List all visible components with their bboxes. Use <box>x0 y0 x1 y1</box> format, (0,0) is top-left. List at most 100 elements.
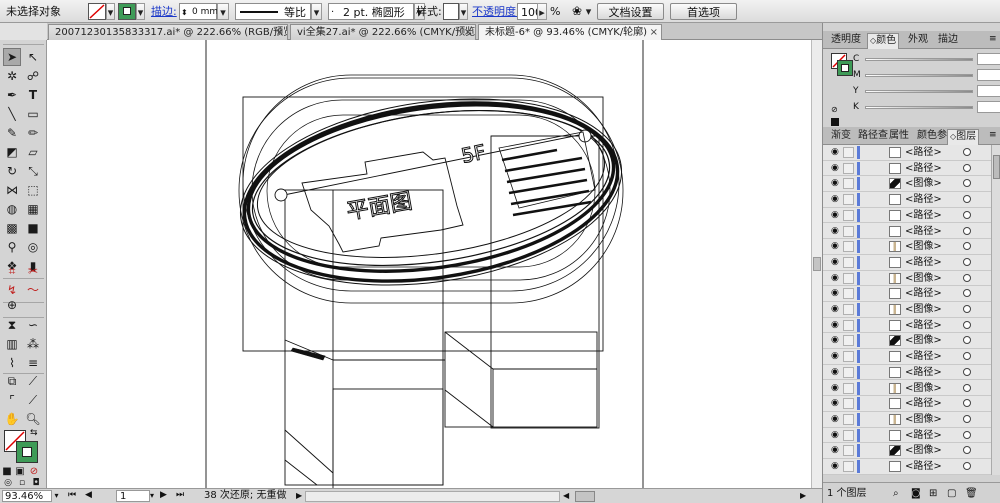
lock-toggle[interactable] <box>843 194 854 206</box>
cyan-value-input[interactable] <box>977 53 1000 65</box>
layer-row[interactable]: ◉ <图像> <box>823 176 991 193</box>
lock-toggle[interactable] <box>843 445 854 457</box>
yellow-slider[interactable]: Y <box>853 85 1000 97</box>
visibility-eye-icon[interactable]: ◉ <box>831 242 839 251</box>
warp-tool-icon[interactable]: ⧗ <box>3 316 21 334</box>
layers-scrollbar[interactable] <box>991 145 1000 475</box>
gradient-mode-icon[interactable]: ▣ <box>14 466 26 478</box>
layer-row[interactable]: ◉ <路径> <box>823 349 991 365</box>
free-transform-tool-icon[interactable]: ⬚ <box>24 181 42 199</box>
zoom-level-field[interactable]: 93.46% <box>2 490 52 502</box>
tab-document-2[interactable]: vi全集27.ai* @ 222.66% (CMYK/预览) × <box>290 24 476 40</box>
stroke-link[interactable]: 描边: <box>151 3 177 20</box>
target-circle-icon[interactable] <box>963 195 971 204</box>
tab-appearance[interactable]: 外观 <box>906 33 930 49</box>
gradient-tool-icon[interactable]: ■ <box>24 219 42 237</box>
horizontal-scrollbar[interactable] <box>305 491 560 502</box>
visibility-eye-icon[interactable]: ◉ <box>831 289 839 298</box>
perspective-grid-tool-icon[interactable]: ▦ <box>24 200 42 218</box>
preferences-button[interactable]: 首选项 <box>670 3 737 20</box>
eraser-tool-icon[interactable]: ▱ <box>24 143 42 161</box>
layer-row[interactable]: ◉ <路径> <box>823 255 991 271</box>
draw-behind-icon[interactable]: ▫ <box>16 479 28 488</box>
target-circle-icon[interactable] <box>963 399 971 408</box>
color-mode-icon[interactable]: ■ <box>1 466 13 478</box>
magenta-value-input[interactable] <box>977 69 1000 81</box>
rotate-tool-icon[interactable]: ↻ <box>3 162 21 180</box>
visibility-eye-icon[interactable]: ◉ <box>831 414 839 424</box>
target-circle-icon[interactable] <box>963 289 971 298</box>
blend-tool-icon[interactable]: ◎ <box>24 238 42 256</box>
lock-toggle[interactable] <box>843 319 854 331</box>
visibility-eye-icon[interactable]: ◉ <box>831 195 839 204</box>
tab-document-1[interactable]: 20071230135833317.ai* @ 222.66% (RGB/预览)… <box>48 24 288 40</box>
magenta-slider[interactable]: M <box>853 69 1000 81</box>
crop-tool-icon[interactable]: ⌜ <box>3 391 21 409</box>
target-circle-icon[interactable] <box>963 352 971 361</box>
next-artboard-icon[interactable]: ▶ <box>160 490 167 502</box>
panel-menu-icon[interactable]: ≡ <box>989 130 997 140</box>
visibility-eye-icon[interactable]: ◉ <box>831 462 839 471</box>
first-artboard-icon[interactable]: ⏮ <box>68 490 76 502</box>
horizontal-scrollbar-thumb[interactable] <box>575 491 595 502</box>
twirl-tool-icon[interactable]: ∽ <box>24 316 42 334</box>
direct-selection-tool-icon[interactable]: ↖ <box>24 48 42 66</box>
lock-toggle[interactable] <box>843 382 854 394</box>
visibility-eye-icon[interactable]: ◉ <box>831 399 839 408</box>
none-color-icon[interactable]: ⊘ <box>831 105 838 114</box>
lock-toggle[interactable] <box>843 304 854 315</box>
zoom-tool-icon[interactable]: 🔍︎ <box>24 410 42 428</box>
target-circle-icon[interactable] <box>963 336 971 345</box>
make-clipping-mask-icon[interactable]: ◙ <box>911 487 921 500</box>
artboard-nav-icon[interactable]: ⧉ <box>3 372 21 390</box>
brush-definition[interactable]: · 2 pt. 椭圆形 <box>328 3 414 20</box>
draw-inside-icon[interactable]: ◘ <box>30 479 42 488</box>
target-circle-icon[interactable] <box>963 414 971 423</box>
layer-row[interactable]: ◉ <路径> <box>823 428 991 444</box>
visibility-eye-icon[interactable]: ◉ <box>831 226 839 236</box>
delete-layer-icon[interactable]: 🗑︎ <box>965 487 978 500</box>
cyan-slider[interactable]: C% <box>853 53 1000 65</box>
stroke-dropdown[interactable]: ▾ <box>136 3 145 20</box>
target-circle-icon[interactable] <box>963 446 971 455</box>
previous-artboard-icon[interactable]: ◀ <box>85 490 92 502</box>
target-circle-icon[interactable] <box>963 430 971 439</box>
target-circle-icon[interactable] <box>963 226 971 235</box>
layer-row[interactable]: ◉ <路径> <box>823 145 991 161</box>
visibility-eye-icon[interactable]: ◉ <box>831 430 839 440</box>
tab-document-3[interactable]: 未标题-6* @ 93.46% (CMYK/轮廓) × <box>478 24 662 40</box>
layer-row[interactable]: ◉ <路径> <box>823 286 991 302</box>
profile-dropdown[interactable]: ▾ <box>311 3 322 20</box>
target-circle-icon[interactable] <box>963 273 971 282</box>
layer-row[interactable]: ◉ <图像> <box>823 239 991 255</box>
variable-width-profile[interactable]: 等比 <box>235 3 311 20</box>
black-value-input[interactable] <box>977 101 1000 113</box>
lock-toggle[interactable] <box>843 413 854 425</box>
graph-tool-icon[interactable]: ▥ <box>3 335 21 353</box>
lock-toggle[interactable] <box>843 178 854 190</box>
black-swatch[interactable] <box>831 118 839 126</box>
lock-toggle[interactable] <box>843 288 854 300</box>
tab-layers[interactable]: ◇图层 <box>947 129 980 145</box>
tab-color[interactable]: ◇颜色 <box>867 33 900 49</box>
layer-row[interactable]: ◉ <路径> <box>823 365 991 381</box>
paintbrush-tool-icon[interactable]: ✎ <box>3 124 21 142</box>
tab-attributes[interactable]: 属性 <box>887 129 911 145</box>
scroll-left-icon[interactable]: ◀ <box>563 490 569 502</box>
lock-toggle[interactable] <box>843 351 854 363</box>
width-tool-icon[interactable]: ⋈ <box>3 181 21 199</box>
layer-row[interactable]: ◉ <图像> <box>823 271 991 287</box>
layer-row[interactable]: ◉ <图像> <box>823 381 991 397</box>
visibility-eye-icon[interactable]: ◉ <box>831 367 839 377</box>
new-sublayer-icon[interactable]: ⊞ <box>929 487 937 500</box>
zoom-dropdown-icon[interactable]: ▾ <box>52 490 61 502</box>
spray-tool-icon[interactable]: ⁂ <box>24 335 42 353</box>
layer-row[interactable]: ◉ <路径> <box>823 161 991 177</box>
fill-swatch[interactable] <box>88 3 106 20</box>
new-layer-icon[interactable]: ▢ <box>947 487 956 500</box>
fill-dropdown[interactable]: ▾ <box>106 3 115 20</box>
visibility-eye-icon[interactable]: ◉ <box>831 320 839 330</box>
list-tool-icon[interactable]: ≡ <box>24 354 42 372</box>
scale-tool-icon[interactable]: ⤡ <box>24 162 42 180</box>
stroke-swatch[interactable] <box>118 3 136 20</box>
